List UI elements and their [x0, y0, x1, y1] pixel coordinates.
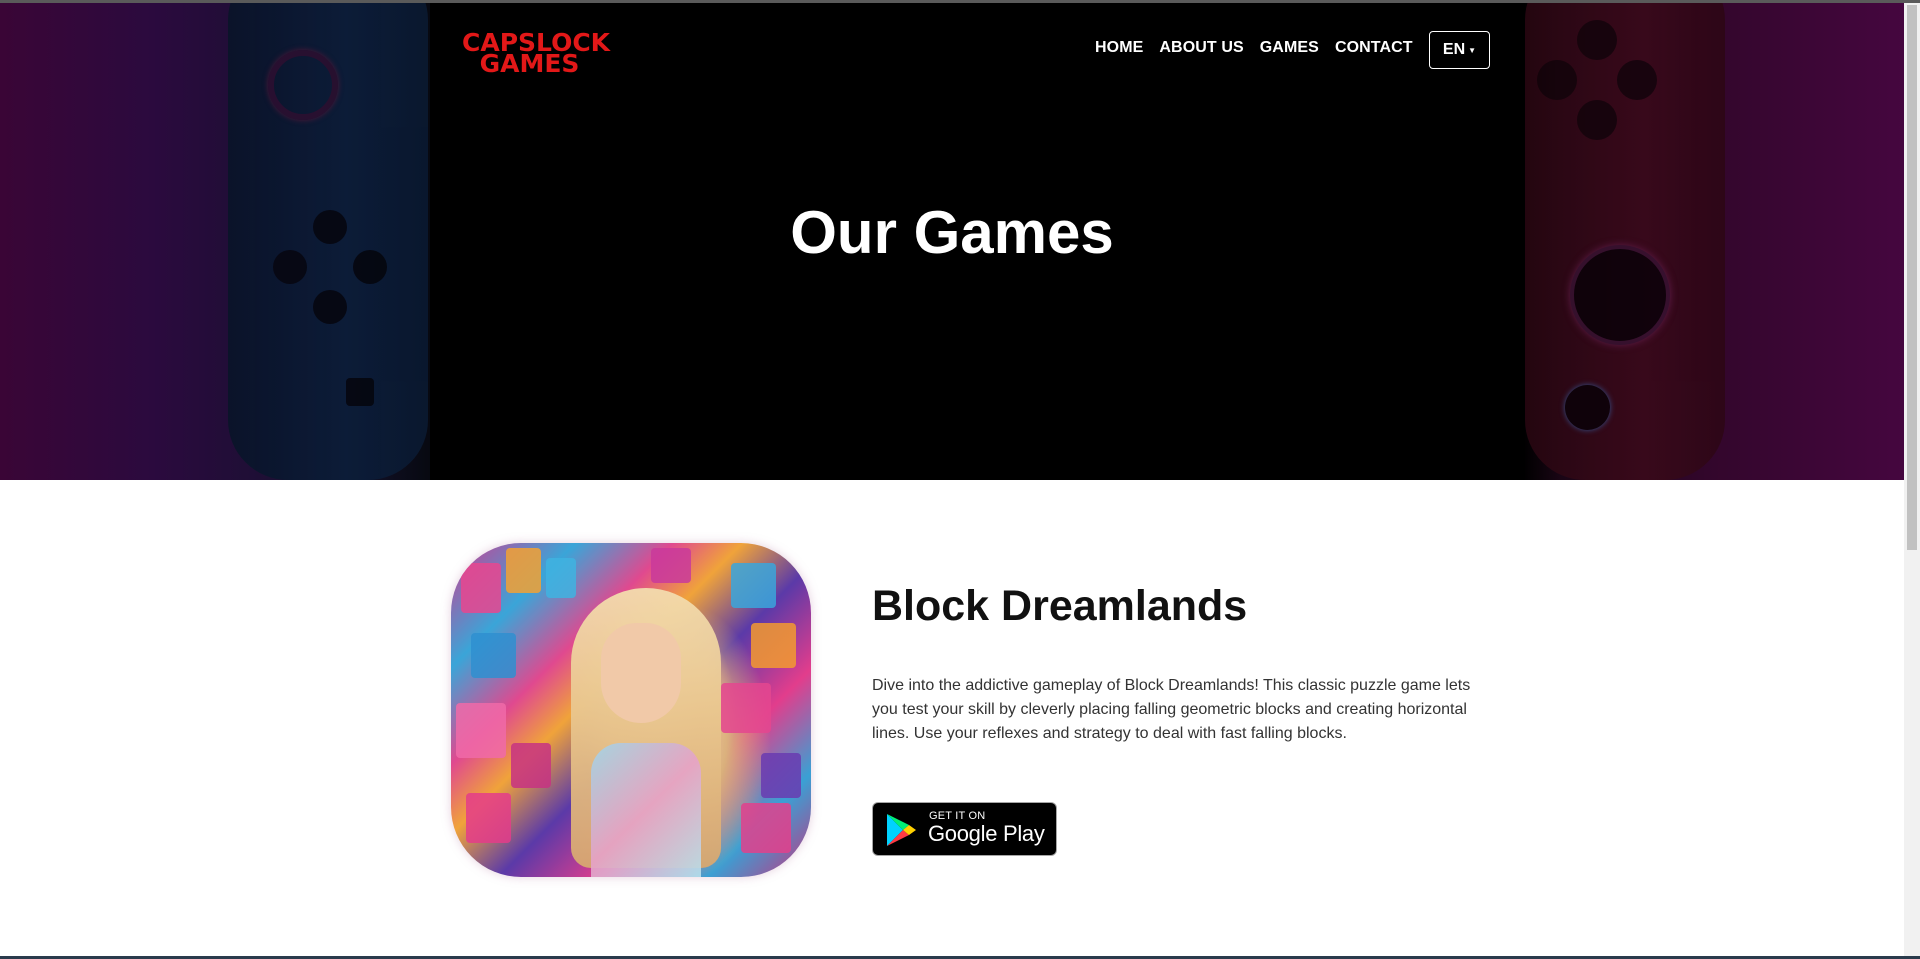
google-play-badge-button[interactable]: GET IT ON Google Play [872, 802, 1057, 856]
page-scrollbar[interactable] [1904, 3, 1920, 959]
caret-down-icon: ▼ [1468, 45, 1477, 55]
nav-contact[interactable]: CONTACT [1335, 39, 1413, 57]
badge-store-name: Google Play [928, 821, 1045, 846]
game-description: Dive into the addictive gameplay of Bloc… [872, 677, 1471, 742]
logo-line-2: GAMES [479, 49, 580, 78]
nav-about-us[interactable]: ABOUT US [1159, 39, 1243, 57]
game-title: Block Dreamlands [872, 582, 1248, 630]
page-title: Our Games [790, 199, 1114, 266]
nav-games[interactable]: GAMES [1260, 39, 1319, 57]
google-play-icon [887, 814, 916, 846]
game-icon-image [451, 543, 811, 877]
nav-home[interactable]: HOME [1095, 39, 1143, 57]
language-dropdown-button[interactable]: EN ▼ [1429, 31, 1490, 69]
hero-section: CAPSLOCK GAMES HOME ABOUT US GAMES CONTA… [0, 0, 1904, 480]
scrollbar-thumb[interactable] [1907, 5, 1917, 550]
main-nav: HOME ABOUT US GAMES CONTACT [1095, 39, 1429, 57]
window-top-border [0, 0, 1920, 3]
site-logo[interactable]: CAPSLOCK GAMES [462, 30, 610, 78]
language-label: EN [1442, 41, 1466, 58]
